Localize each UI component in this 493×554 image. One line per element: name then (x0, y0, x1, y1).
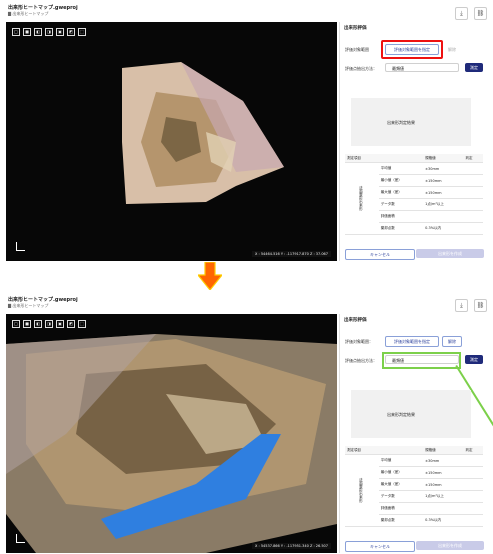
set-range-button[interactable]: 評価対象範囲を指定 (385, 336, 439, 347)
col-header: 測定項目 (345, 446, 379, 455)
coordinate-readout: X : 54537.866 Y : -117951.340 Z : 26.507 (252, 543, 331, 549)
create-button[interactable]: 出来形を作成 (416, 541, 484, 550)
screenshot-before: 出来形ヒートマップ.gweproj ▇ 出来形ヒートマップ ⤓ ⛓ □ ■ ◧ … (0, 0, 493, 261)
toolbar: ⤓ ⛓ (455, 299, 487, 312)
method-select[interactable]: 最頻値 (385, 63, 459, 72)
down-arrow-icon (198, 262, 222, 290)
result-area: 出来形判定結果 (351, 390, 471, 438)
file-title: 出来形ヒートマップ.gweproj (8, 297, 78, 303)
evaluation-panel: 出来形評価 評価対象範囲： 評価対象範囲を指定 解除 評価点抽出方法： 最頻値 … (339, 314, 493, 553)
highlight-box (382, 352, 461, 369)
link-icon[interactable]: ⛓ (474, 7, 487, 20)
download-icon[interactable]: ⤓ (455, 299, 468, 312)
col-header: 判定 (463, 154, 483, 163)
spec-table: 測定項目 規格値 判定 法面整形出来形 平均値 ±30mm 最小値（差） ±150mm 最… (345, 154, 483, 235)
screenshot-after: 出来形ヒートマップ.gweproj ▇ 出来形ヒートマップ ⤓ ⛓ □ ■ ◧ … (0, 292, 493, 553)
range-label: 評価対象範囲 (345, 47, 369, 52)
spec-table: 測定項目 規格値 判定 法面整形出来形 平均値 ±30mm 最小値（差） ±150mm 最… (345, 446, 483, 527)
col-header: 規格値 (423, 154, 464, 163)
category-cell: 法面整形出来形 (345, 162, 379, 235)
release-button[interactable]: 解除 (448, 47, 456, 53)
coordinate-readout: X : 54464.516 Y : -117917.870 Z : 37.067 (252, 251, 331, 257)
method-label: 評価点抽出方法： (345, 66, 377, 71)
table-row: 法面整形出来形 平均値 ±30mm (345, 454, 483, 527)
file-title: 出来形ヒートマップ.gweproj (8, 5, 78, 11)
result-area: 出来形判定結果 (351, 98, 471, 146)
measure-button[interactable]: 測定 (465, 355, 483, 364)
axis-indicator (16, 534, 25, 543)
terrain-mesh (122, 62, 284, 204)
category-cell: 法面整形出来形 (345, 454, 379, 527)
table-row: 法面整形出来形 平均値 ±30mm (345, 162, 483, 235)
breadcrumb: ▇ 出来形ヒートマップ (8, 11, 49, 16)
col-header: 規格値 (423, 446, 464, 455)
3d-viewer[interactable]: □ ■ ◧ ◨ ▣ ◩ ⬚ X : 54464.516 Y : -117917.… (6, 22, 337, 261)
measure-button[interactable]: 測定 (465, 63, 483, 72)
cancel-button[interactable]: キャンセル (345, 541, 415, 552)
toolbar: ⤓ ⛓ (455, 7, 487, 20)
highlight-box (381, 40, 443, 59)
breadcrumb: ▇ 出来形ヒートマップ (8, 303, 49, 308)
range-label: 評価対象範囲： (345, 339, 373, 344)
link-icon[interactable]: ⛓ (474, 299, 487, 312)
download-icon[interactable]: ⤓ (455, 7, 468, 20)
cancel-button[interactable]: キャンセル (345, 249, 415, 260)
evaluation-panel: 出来形評価 評価対象範囲 評価対象範囲を指定 解除 評価点抽出方法： 最頻値 測… (339, 22, 488, 261)
terrain-mesh (6, 334, 337, 553)
panel-title: 出来形評価 (344, 318, 367, 323)
col-header: 判定 (463, 446, 483, 455)
method-label: 評価点抽出方法： (345, 358, 377, 363)
3d-viewer[interactable]: □ ■ ◧ ◨ ▣ ◩ ⬚ X : 54537.866 Y : -117951.… (6, 314, 337, 553)
create-button[interactable]: 出来形を作成 (416, 249, 484, 258)
col-header: 測定項目 (345, 154, 379, 163)
panel-title: 出来形評価 (344, 26, 367, 31)
axis-indicator (16, 242, 25, 251)
release-button[interactable]: 解除 (442, 336, 462, 347)
